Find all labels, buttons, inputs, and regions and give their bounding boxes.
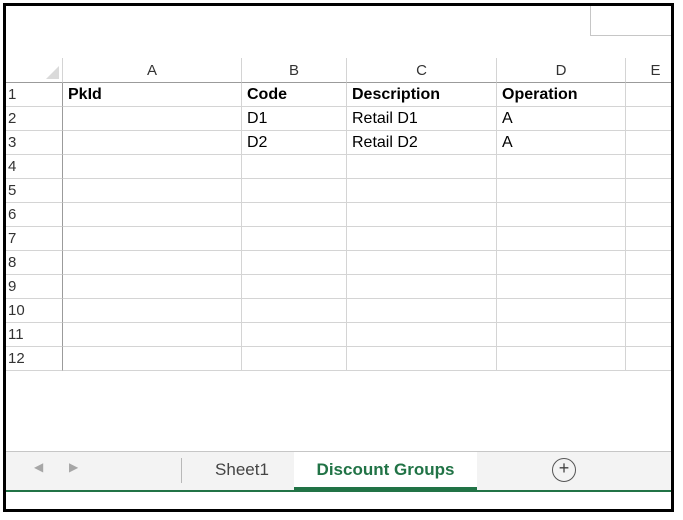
cell-d5[interactable]	[497, 179, 626, 203]
cell-a11[interactable]	[63, 323, 242, 347]
row-header-6[interactable]: 6	[6, 203, 63, 227]
column-header-e[interactable]: E	[626, 58, 671, 83]
cell-d2[interactable]: A	[497, 107, 626, 131]
row-header-7[interactable]: 7	[6, 227, 63, 251]
row-header-2[interactable]: 2	[6, 107, 63, 131]
cell-d11[interactable]	[497, 323, 626, 347]
cell-e9[interactable]	[626, 275, 671, 299]
cell-e10[interactable]	[626, 299, 671, 323]
cell-a10[interactable]	[63, 299, 242, 323]
cell-b5[interactable]	[242, 179, 347, 203]
tab-divider	[181, 458, 182, 483]
cell-b1[interactable]: Code	[242, 83, 347, 107]
row-header-12[interactable]: 12	[6, 347, 63, 371]
tab-discount-groups[interactable]: Discount Groups	[294, 452, 477, 490]
cell-d6[interactable]	[497, 203, 626, 227]
cell-a3[interactable]	[63, 131, 242, 155]
cell-d10[interactable]	[497, 299, 626, 323]
cell-c9[interactable]	[347, 275, 497, 299]
cell-c8[interactable]	[347, 251, 497, 275]
select-all-corner[interactable]	[6, 58, 63, 83]
row-header-5[interactable]: 5	[6, 179, 63, 203]
cell-a9[interactable]	[63, 275, 242, 299]
cell-e5[interactable]	[626, 179, 671, 203]
cell-b10[interactable]	[242, 299, 347, 323]
tab-sheet1[interactable]: Sheet1	[190, 452, 294, 490]
triangle-left-icon[interactable]: ◀	[34, 460, 43, 474]
row-header-9[interactable]: 9	[6, 275, 63, 299]
cell-e7[interactable]	[626, 227, 671, 251]
cell-c11[interactable]	[347, 323, 497, 347]
cell-c3[interactable]: Retail D2	[347, 131, 497, 155]
formula-bar-field[interactable]	[590, 6, 671, 36]
cell-d3[interactable]: A	[497, 131, 626, 155]
cell-a12[interactable]	[63, 347, 242, 371]
triangle-right-icon[interactable]: ▶	[69, 460, 78, 474]
cell-d7[interactable]	[497, 227, 626, 251]
cell-b3[interactable]: D2	[242, 131, 347, 155]
cell-d4[interactable]	[497, 155, 626, 179]
cell-d9[interactable]	[497, 275, 626, 299]
cell-e8[interactable]	[626, 251, 671, 275]
cell-a1[interactable]: PkId	[63, 83, 242, 107]
cell-b11[interactable]	[242, 323, 347, 347]
cell-d8[interactable]	[497, 251, 626, 275]
cell-c5[interactable]	[347, 179, 497, 203]
cell-c10[interactable]	[347, 299, 497, 323]
cell-a2[interactable]	[63, 107, 242, 131]
cell-b12[interactable]	[242, 347, 347, 371]
cell-e2[interactable]	[626, 107, 671, 131]
cell-a6[interactable]	[63, 203, 242, 227]
cell-e12[interactable]	[626, 347, 671, 371]
cell-c12[interactable]	[347, 347, 497, 371]
cell-d12[interactable]	[497, 347, 626, 371]
sheet-tab-bar: ◀ ▶ Sheet1 Discount Groups +	[6, 451, 671, 490]
cell-b6[interactable]	[242, 203, 347, 227]
cell-b7[interactable]	[242, 227, 347, 251]
cell-a5[interactable]	[63, 179, 242, 203]
column-header-a[interactable]: A	[63, 58, 242, 83]
row-header-3[interactable]: 3	[6, 131, 63, 155]
plus-circle-icon[interactable]: +	[552, 458, 576, 482]
cell-c1[interactable]: Description	[347, 83, 497, 107]
cell-c2[interactable]: Retail D1	[347, 107, 497, 131]
cell-a8[interactable]	[63, 251, 242, 275]
column-header-d[interactable]: D	[497, 58, 626, 83]
row-header-4[interactable]: 4	[6, 155, 63, 179]
cell-b9[interactable]	[242, 275, 347, 299]
cell-e4[interactable]	[626, 155, 671, 179]
cell-b8[interactable]	[242, 251, 347, 275]
spreadsheet-window: A B C D E 1 PkId Code Description Operation 2 D1 Ret…	[3, 3, 674, 512]
cell-a4[interactable]	[63, 155, 242, 179]
status-bar-accent	[6, 490, 671, 492]
row-header-11[interactable]: 11	[6, 323, 63, 347]
cell-e1[interactable]	[626, 83, 671, 107]
cell-b2[interactable]: D1	[242, 107, 347, 131]
column-header-c[interactable]: C	[347, 58, 497, 83]
cell-b4[interactable]	[242, 155, 347, 179]
cell-a7[interactable]	[63, 227, 242, 251]
row-header-10[interactable]: 10	[6, 299, 63, 323]
row-header-1[interactable]: 1	[6, 83, 63, 107]
cell-c7[interactable]	[347, 227, 497, 251]
cell-d1[interactable]: Operation	[497, 83, 626, 107]
select-all-triangle-icon	[46, 66, 59, 79]
column-header-b[interactable]: B	[242, 58, 347, 83]
row-header-8[interactable]: 8	[6, 251, 63, 275]
cell-e6[interactable]	[626, 203, 671, 227]
cell-e3[interactable]	[626, 131, 671, 155]
cell-e11[interactable]	[626, 323, 671, 347]
cell-c4[interactable]	[347, 155, 497, 179]
cell-c6[interactable]	[347, 203, 497, 227]
